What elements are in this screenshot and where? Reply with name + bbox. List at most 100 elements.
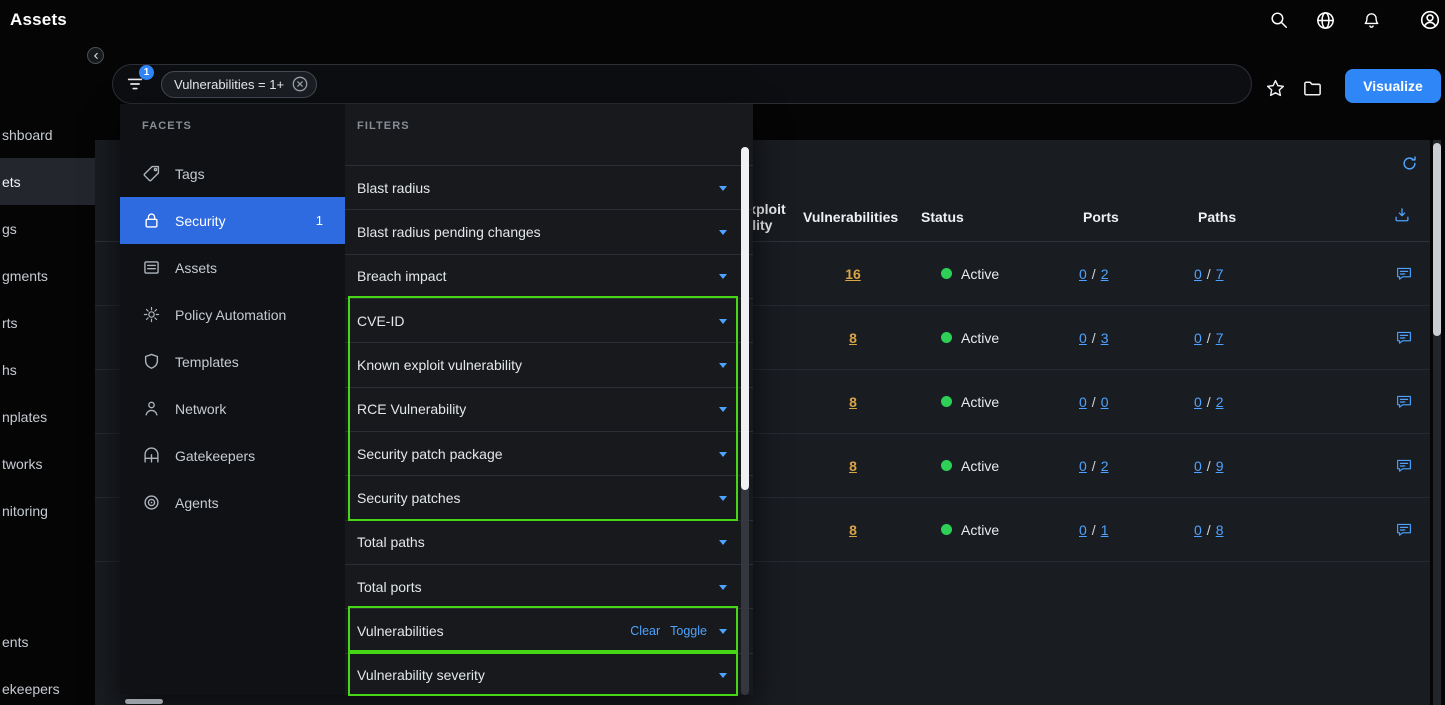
vulnerabilities-link[interactable]: 8 (803, 434, 903, 497)
facet-network[interactable]: Network (120, 385, 345, 432)
sidebar-item-tags[interactable]: gs (0, 205, 95, 252)
sidebar-item-monitoring[interactable]: nitoring (0, 487, 95, 534)
sidebar-item-networks[interactable]: tworks (0, 440, 95, 487)
facet-assets[interactable]: Assets (120, 244, 345, 291)
chevron-down-icon[interactable] (719, 540, 727, 545)
sidebar-item-graphs[interactable]: hs (0, 346, 95, 393)
chevron-down-icon[interactable] (719, 452, 727, 457)
sidebar-item-dashboard[interactable]: shboard (0, 111, 95, 158)
paths-open-link[interactable]: 0 (1194, 458, 1202, 474)
visualize-button[interactable]: Visualize (1345, 69, 1441, 103)
collapse-sidebar-icon[interactable] (87, 47, 104, 64)
horizontal-scrollbar-thumb[interactable] (125, 699, 163, 704)
filter-chip[interactable]: Vulnerabilities = 1+ (161, 71, 317, 98)
paths-open-link[interactable]: 0 (1194, 330, 1202, 346)
filter-security-patch-package[interactable]: Security patch package (345, 431, 753, 475)
ports-total-link[interactable]: 1 (1101, 522, 1109, 538)
vulnerabilities-link[interactable]: 8 (803, 498, 903, 561)
col-status[interactable]: Status (921, 209, 964, 225)
filters-scrollbar-thumb[interactable] (741, 147, 749, 490)
ports-open-link[interactable]: 0 (1079, 266, 1087, 282)
ports-total-link[interactable]: 0 (1101, 394, 1109, 410)
page-scrollbar-thumb[interactable] (1433, 143, 1441, 336)
vulnerabilities-link[interactable]: 8 (803, 306, 903, 369)
paths-open-link[interactable]: 0 (1194, 522, 1202, 538)
user-icon[interactable] (1419, 9, 1441, 31)
filter-total-ports[interactable]: Total ports (345, 564, 753, 608)
download-icon[interactable] (1393, 206, 1411, 224)
search-icon[interactable] (1269, 10, 1289, 30)
sidebar-item-agents[interactable]: ents (0, 618, 95, 665)
facet-tags[interactable]: Tags (120, 150, 345, 197)
vulnerabilities-link[interactable]: 16 (803, 242, 903, 305)
bell-icon[interactable] (1362, 11, 1381, 30)
ports-total-link[interactable]: 2 (1101, 266, 1109, 282)
facet-templates[interactable]: Templates (120, 338, 345, 385)
ports-open-link[interactable]: 0 (1079, 522, 1087, 538)
paths-total-link[interactable]: 2 (1216, 394, 1224, 410)
filter-vulnerability-severity[interactable]: Vulnerability severity (345, 653, 753, 695)
app-title: Assets (10, 10, 67, 30)
filter-total-paths[interactable]: Total paths (345, 520, 753, 564)
paths-total-link[interactable]: 7 (1216, 266, 1224, 282)
chevron-down-icon[interactable] (719, 673, 727, 678)
sidebar-item-gatekeepers[interactable]: ekeepers (0, 665, 95, 705)
ports-open-link[interactable]: 0 (1079, 330, 1087, 346)
filter-known-exploit-vulnerability[interactable]: Known exploit vulnerability (345, 342, 753, 386)
paths-total-link[interactable]: 9 (1216, 458, 1224, 474)
comment-icon[interactable] (1395, 329, 1413, 347)
chevron-down-icon[interactable] (719, 407, 727, 412)
paths-total-link[interactable]: 8 (1216, 522, 1224, 538)
comment-icon[interactable] (1395, 265, 1413, 283)
chevron-down-icon[interactable] (719, 230, 727, 235)
paths-total-link[interactable]: 7 (1216, 330, 1224, 346)
facet-security[interactable]: Security 1 (120, 197, 345, 244)
filter-vulnerabilities[interactable]: Vulnerabilities Clear Toggle (345, 608, 753, 652)
col-vulnerabilities[interactable]: Vulnerabilities (803, 209, 898, 225)
vulnerabilities-link[interactable]: 8 (803, 370, 903, 433)
col-paths[interactable]: Paths (1198, 209, 1236, 225)
folder-icon[interactable] (1302, 78, 1323, 99)
filter-search-bar[interactable]: 1 Vulnerabilities = 1+ (112, 64, 1252, 104)
filter-blast-radius-pending-changes[interactable]: Blast radius pending changes (345, 209, 753, 253)
chevron-down-icon[interactable] (719, 319, 727, 324)
paths-open-link[interactable]: 0 (1194, 394, 1202, 410)
sidebar-item-alerts[interactable]: rts (0, 299, 95, 346)
globe-icon[interactable] (1315, 10, 1336, 31)
chevron-down-icon[interactable] (719, 363, 727, 368)
ports-total-link[interactable]: 2 (1101, 458, 1109, 474)
chevron-down-icon[interactable] (719, 496, 727, 501)
page-scrollbar[interactable] (1433, 140, 1441, 705)
comment-icon[interactable] (1395, 521, 1413, 539)
ports-open-link[interactable]: 0 (1079, 458, 1087, 474)
star-icon[interactable] (1265, 78, 1286, 99)
toggle-filter-link[interactable]: Toggle (670, 624, 707, 638)
chevron-down-icon[interactable] (719, 274, 727, 279)
paths-open-link[interactable]: 0 (1194, 266, 1202, 282)
facet-agents[interactable]: Agents (120, 479, 345, 526)
paths-cell: 0 / 2 (1194, 370, 1223, 433)
chevron-down-icon[interactable] (719, 629, 727, 634)
filter-funnel-icon[interactable]: 1 (125, 74, 145, 94)
chevron-down-icon[interactable] (719, 186, 727, 191)
ports-open-link[interactable]: 0 (1079, 394, 1087, 410)
col-ports[interactable]: Ports (1083, 209, 1119, 225)
comment-icon[interactable] (1395, 457, 1413, 475)
filters-scrollbar[interactable] (741, 147, 749, 695)
sidebar-item-templates[interactable]: nplates (0, 393, 95, 440)
filter-breach-impact[interactable]: Breach impact (345, 254, 753, 298)
facet-gatekeepers[interactable]: Gatekeepers (120, 432, 345, 479)
ports-total-link[interactable]: 3 (1101, 330, 1109, 346)
clear-filter-link[interactable]: Clear (630, 624, 660, 638)
facets-header: FACETS (142, 120, 192, 132)
filter-rce-vulnerability[interactable]: RCE Vulnerability (345, 387, 753, 431)
sidebar-item-assets[interactable]: ets (0, 158, 95, 205)
sidebar-item-segments[interactable]: gments (0, 252, 95, 299)
chevron-down-icon[interactable] (719, 585, 727, 590)
facet-policy-automation[interactable]: Policy Automation (120, 291, 345, 338)
filter-cve-id[interactable]: CVE-ID (345, 298, 753, 342)
chip-close-icon[interactable] (292, 76, 308, 92)
filter-security-patches[interactable]: Security patches (345, 475, 753, 519)
filter-blast-radius[interactable]: Blast radius (345, 165, 753, 209)
comment-icon[interactable] (1395, 393, 1413, 411)
